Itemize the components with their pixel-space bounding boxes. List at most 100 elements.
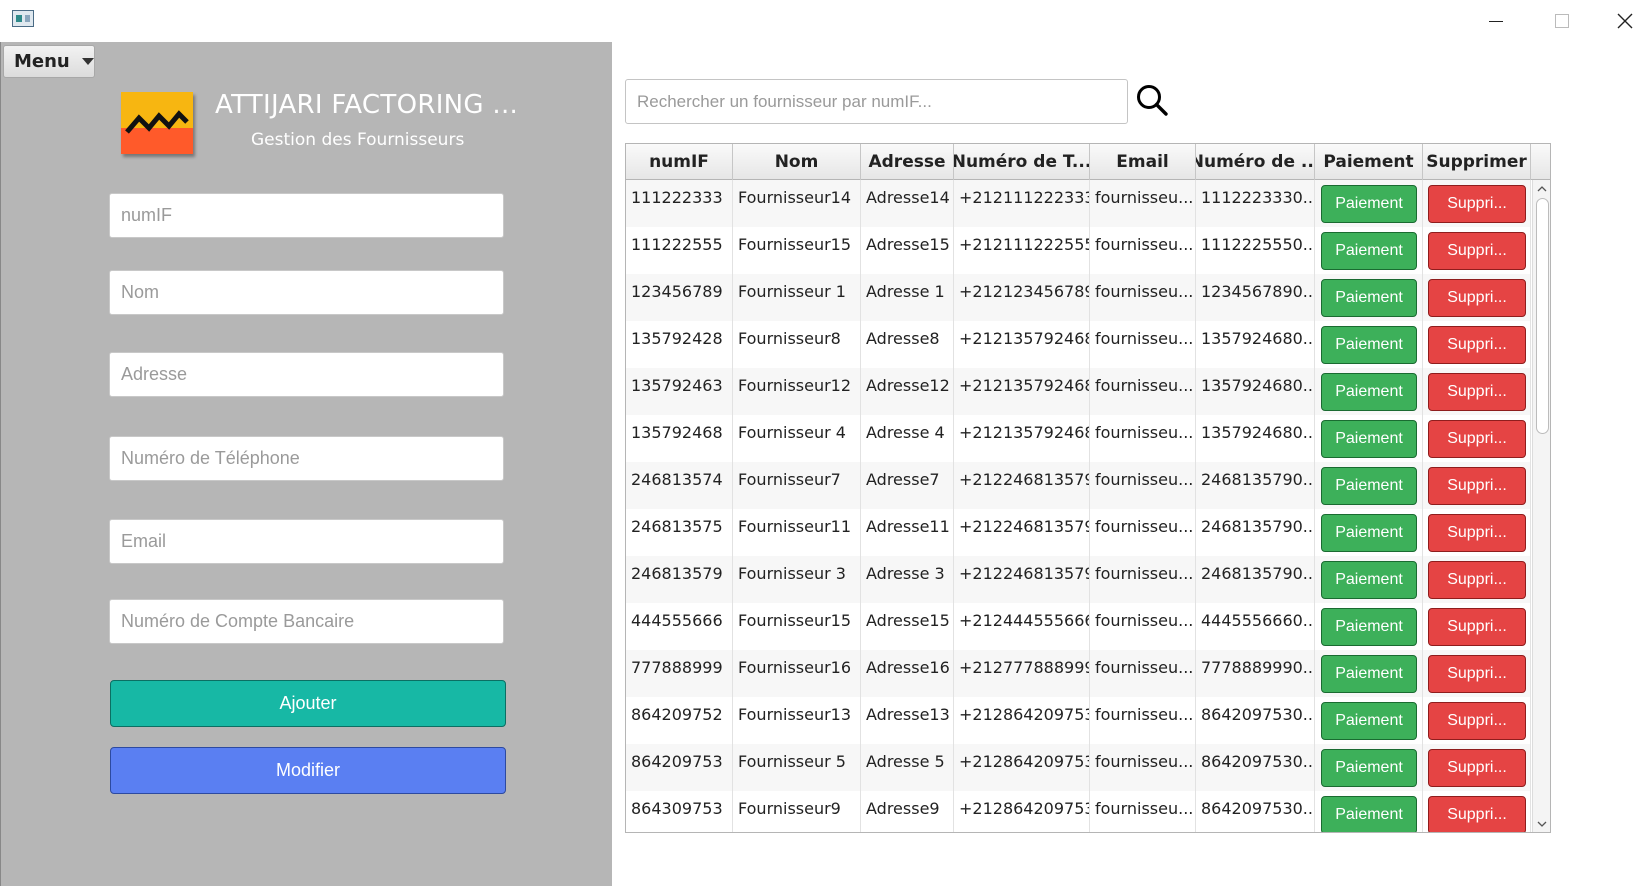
cell-paiement: Paiement bbox=[1315, 180, 1423, 227]
cell-numif: 111222555 bbox=[626, 227, 733, 274]
paiement-button[interactable]: Paiement bbox=[1321, 608, 1417, 646]
supprimer-button[interactable]: Suppri... bbox=[1428, 420, 1526, 458]
paiement-button[interactable]: Paiement bbox=[1321, 796, 1417, 832]
cell-telephone: +212864209753 bbox=[954, 791, 1090, 832]
paiement-button[interactable]: Paiement bbox=[1321, 749, 1417, 787]
compte-bancaire-field[interactable] bbox=[109, 599, 504, 644]
table-row[interactable]: 111222333 Fournisseur14 Adresse14 +21211122… bbox=[626, 180, 1531, 227]
cell-nom: Fournisseur15 bbox=[733, 227, 861, 274]
supprimer-button[interactable]: Suppri... bbox=[1428, 561, 1526, 599]
table-row[interactable]: 135792428 Fournisseur8 Adresse8 +2121357924… bbox=[626, 321, 1531, 368]
scroll-down-icon[interactable] bbox=[1537, 819, 1547, 829]
form-panel: Menu ATTIJARI FACTORING ... Gestion des … bbox=[0, 42, 612, 886]
cell-supprimer: Suppri... bbox=[1423, 274, 1531, 321]
adresse-field[interactable] bbox=[109, 352, 504, 397]
table-row[interactable]: 777888999 Fournisseur16 Adresse16 +21277788… bbox=[626, 650, 1531, 697]
cell-nom: Fournisseur15 bbox=[733, 603, 861, 650]
supprimer-button[interactable]: Suppri... bbox=[1428, 279, 1526, 317]
cell-adresse: Adresse9 bbox=[861, 791, 954, 832]
paiement-button[interactable]: Paiement bbox=[1321, 373, 1417, 411]
paiement-button[interactable]: Paiement bbox=[1321, 655, 1417, 693]
cell-paiement: Paiement bbox=[1315, 321, 1423, 368]
cell-nom: Fournisseur12 bbox=[733, 368, 861, 415]
supprimer-button[interactable]: Suppri... bbox=[1428, 655, 1526, 693]
supprimer-button[interactable]: Suppri... bbox=[1428, 467, 1526, 505]
cell-nom: Fournisseur7 bbox=[733, 462, 861, 509]
cell-nom: Fournisseur16 bbox=[733, 650, 861, 697]
table-row[interactable]: 864209753 Fournisseur 5 Adresse 5 +21286420… bbox=[626, 744, 1531, 791]
modifier-button[interactable]: Modifier bbox=[110, 747, 506, 794]
table-row[interactable]: 864309753 Fournisseur9 Adresse9 +2128642097… bbox=[626, 791, 1531, 832]
numif-field[interactable] bbox=[109, 193, 504, 238]
cell-compte: 1357924680... bbox=[1196, 368, 1315, 415]
paiement-button[interactable]: Paiement bbox=[1321, 185, 1417, 223]
cell-compte: 4445556660... bbox=[1196, 603, 1315, 650]
search-icon[interactable] bbox=[1134, 82, 1170, 118]
paiement-button[interactable]: Paiement bbox=[1321, 326, 1417, 364]
header-col-nom[interactable]: Nom bbox=[733, 144, 861, 180]
table-row[interactable]: 444555666 Fournisseur15 Adresse15 +21244455… bbox=[626, 603, 1531, 650]
supprimer-button[interactable]: Suppri... bbox=[1428, 373, 1526, 411]
supprimer-button[interactable]: Suppri... bbox=[1428, 514, 1526, 552]
scroll-up-icon[interactable] bbox=[1537, 184, 1547, 194]
supprimer-button[interactable]: Suppri... bbox=[1428, 608, 1526, 646]
cell-email: fournisseu... bbox=[1090, 697, 1196, 744]
paiement-button[interactable]: Paiement bbox=[1321, 467, 1417, 505]
cell-supprimer: Suppri... bbox=[1423, 368, 1531, 415]
cell-numif: 135792468 bbox=[626, 415, 733, 462]
scrollbar-thumb[interactable] bbox=[1536, 198, 1549, 434]
cell-compte: 2468135790... bbox=[1196, 556, 1315, 603]
email-field[interactable] bbox=[109, 519, 504, 564]
paiement-button[interactable]: Paiement bbox=[1321, 279, 1417, 317]
vertical-scrollbar[interactable] bbox=[1532, 180, 1550, 832]
minimize-button[interactable] bbox=[1464, 0, 1528, 42]
paiement-button[interactable]: Paiement bbox=[1321, 420, 1417, 458]
cell-supprimer: Suppri... bbox=[1423, 791, 1531, 832]
cell-telephone: +212864209753 bbox=[954, 744, 1090, 791]
cell-telephone: +212123456789 bbox=[954, 274, 1090, 321]
cell-adresse: Adresse8 bbox=[861, 321, 954, 368]
cell-paiement: Paiement bbox=[1315, 744, 1423, 791]
header-col-supprimer[interactable]: Supprimer bbox=[1423, 144, 1531, 180]
table-row[interactable]: 123456789 Fournisseur 1 Adresse 1 +21212345… bbox=[626, 274, 1531, 321]
paiement-button[interactable]: Paiement bbox=[1321, 702, 1417, 740]
table-row[interactable]: 135792463 Fournisseur12 Adresse12 +21213579… bbox=[626, 368, 1531, 415]
menu-button[interactable]: Menu bbox=[3, 45, 95, 78]
supprimer-button[interactable]: Suppri... bbox=[1428, 185, 1526, 223]
header-col-email[interactable]: Email bbox=[1090, 144, 1196, 180]
supprimer-button[interactable]: Suppri... bbox=[1428, 326, 1526, 364]
cell-paiement: Paiement bbox=[1315, 227, 1423, 274]
ajouter-button[interactable]: Ajouter bbox=[110, 680, 506, 727]
cell-telephone: +212135792468 bbox=[954, 368, 1090, 415]
maximize-button[interactable] bbox=[1530, 0, 1594, 42]
cell-compte: 2468135790... bbox=[1196, 462, 1315, 509]
nom-field[interactable] bbox=[109, 270, 504, 315]
search-input[interactable] bbox=[625, 79, 1128, 124]
header-col-telephone[interactable]: Numéro de T... bbox=[954, 144, 1090, 180]
table-row[interactable]: 246813579 Fournisseur 3 Adresse 3 +21224681… bbox=[626, 556, 1531, 603]
cell-paiement: Paiement bbox=[1315, 462, 1423, 509]
cell-supprimer: Suppri... bbox=[1423, 415, 1531, 462]
table-row[interactable]: 111222555 Fournisseur15 Adresse15 +21211122… bbox=[626, 227, 1531, 274]
telephone-field[interactable] bbox=[109, 436, 504, 481]
close-button[interactable] bbox=[1598, 0, 1652, 42]
paiement-button[interactable]: Paiement bbox=[1321, 561, 1417, 599]
supprimer-button[interactable]: Suppri... bbox=[1428, 232, 1526, 270]
supprimer-button[interactable]: Suppri... bbox=[1428, 796, 1526, 832]
table-row[interactable]: 135792468 Fournisseur 4 Adresse 4 +21213579… bbox=[626, 415, 1531, 462]
close-icon bbox=[1617, 13, 1633, 29]
table-row[interactable]: 864209752 Fournisseur13 Adresse13 +21286420… bbox=[626, 697, 1531, 744]
cell-nom: Fournisseur9 bbox=[733, 791, 861, 832]
header-col-compte[interactable]: Numéro de ... bbox=[1196, 144, 1315, 180]
header-col-adresse[interactable]: Adresse bbox=[861, 144, 954, 180]
supprimer-button[interactable]: Suppri... bbox=[1428, 749, 1526, 787]
paiement-button[interactable]: Paiement bbox=[1321, 514, 1417, 552]
table-row[interactable]: 246813575 Fournisseur11 Adresse11 +21224681… bbox=[626, 509, 1531, 556]
table-row[interactable]: 246813574 Fournisseur7 Adresse7 +2122468135… bbox=[626, 462, 1531, 509]
header-col-paiement[interactable]: Paiement bbox=[1315, 144, 1423, 180]
header-col-numif[interactable]: numIF bbox=[626, 144, 733, 180]
paiement-button[interactable]: Paiement bbox=[1321, 232, 1417, 270]
supprimer-button[interactable]: Suppri... bbox=[1428, 702, 1526, 740]
cell-adresse: Adresse12 bbox=[861, 368, 954, 415]
cell-compte: 7778889990... bbox=[1196, 650, 1315, 697]
